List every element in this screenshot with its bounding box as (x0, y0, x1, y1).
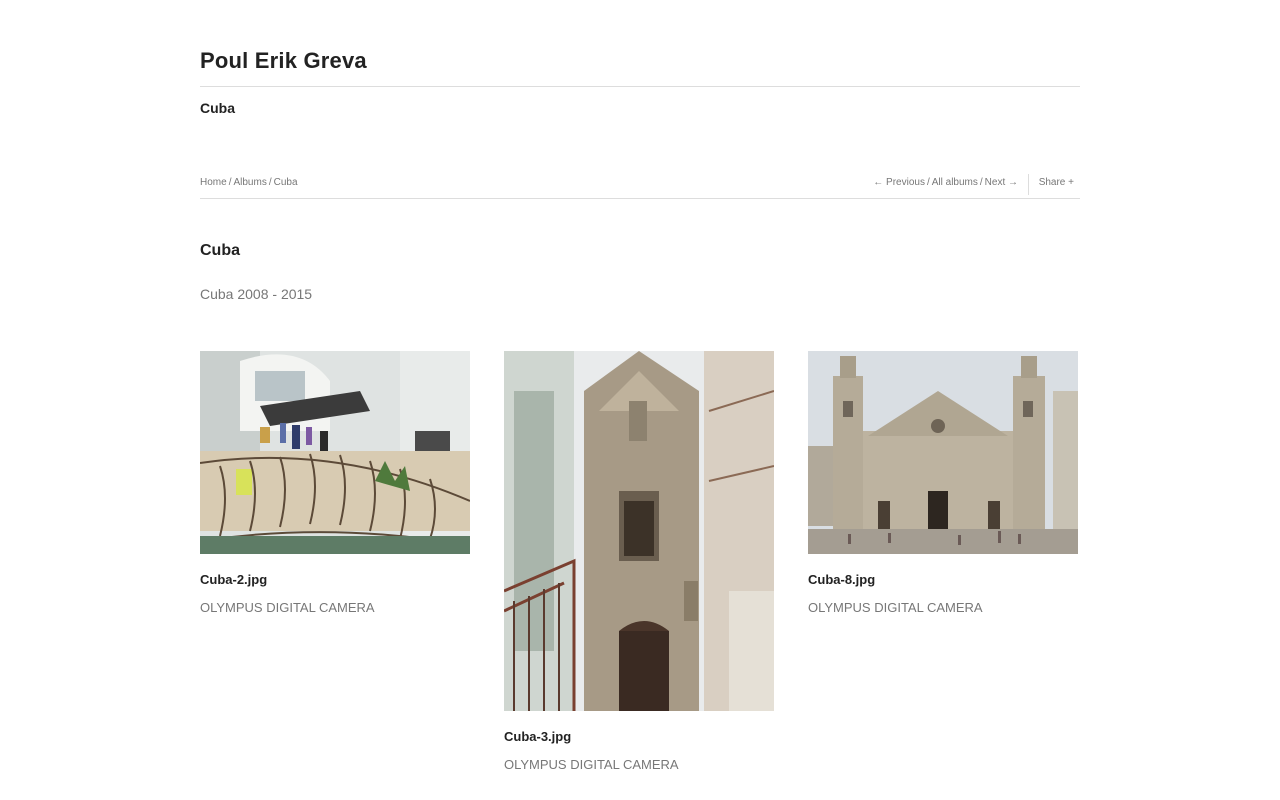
next-album-link[interactable]: Next → (985, 177, 1018, 188)
breadcrumb-home-link[interactable]: Home (200, 177, 227, 188)
photo-title[interactable]: Cuba-3.jpg (504, 729, 774, 744)
cathedral-image (808, 351, 1078, 554)
title-divider (200, 86, 1080, 87)
photo-thumbnail-cathedral[interactable] (808, 351, 1078, 554)
navigation-bar: Home / Albums / Cuba ← Previous / All albums / N… (200, 172, 1080, 199)
photo-item: Cuba-8.jpg OLYMPUS DIGITAL CAMERA (808, 351, 1078, 615)
pager-separator: / (979, 177, 983, 188)
site-title[interactable]: Poul Erik Greva (200, 48, 367, 74)
pager-separator: / (926, 177, 930, 188)
site-subtitle: Cuba (200, 100, 235, 116)
photo-title[interactable]: Cuba-8.jpg (808, 572, 1078, 587)
photo-caption: OLYMPUS DIGITAL CAMERA (200, 600, 375, 615)
photo-caption: OLYMPUS DIGITAL CAMERA (808, 600, 983, 615)
photo-title[interactable]: Cuba-2.jpg (200, 572, 470, 587)
photo-item: Cuba-3.jpg OLYMPUS DIGITAL CAMERA (504, 351, 774, 772)
album-description: Cuba 2008 - 2015 (200, 286, 313, 302)
church-image (504, 351, 774, 711)
photo-thumbnail-balcony[interactable] (200, 351, 470, 554)
album-title: Cuba (200, 242, 240, 259)
breadcrumb: Home / Albums / Cuba (200, 177, 298, 188)
photo-thumbnail-church[interactable] (504, 351, 774, 711)
previous-album-link[interactable]: ← Previous (873, 177, 925, 188)
all-albums-link[interactable]: All albums (932, 177, 978, 188)
breadcrumb-albums-link[interactable]: Albums (233, 177, 266, 188)
share-divider (1028, 174, 1029, 195)
share-button[interactable]: Share + (1039, 177, 1074, 188)
photo-caption: OLYMPUS DIGITAL CAMERA (504, 757, 679, 772)
balcony-image (200, 351, 470, 554)
breadcrumb-current-link[interactable]: Cuba (274, 177, 298, 188)
photo-item: Cuba-2.jpg OLYMPUS DIGITAL CAMERA (200, 351, 470, 615)
album-pager: ← Previous / All albums / Next → (873, 177, 1018, 188)
breadcrumb-separator: / (268, 177, 272, 188)
